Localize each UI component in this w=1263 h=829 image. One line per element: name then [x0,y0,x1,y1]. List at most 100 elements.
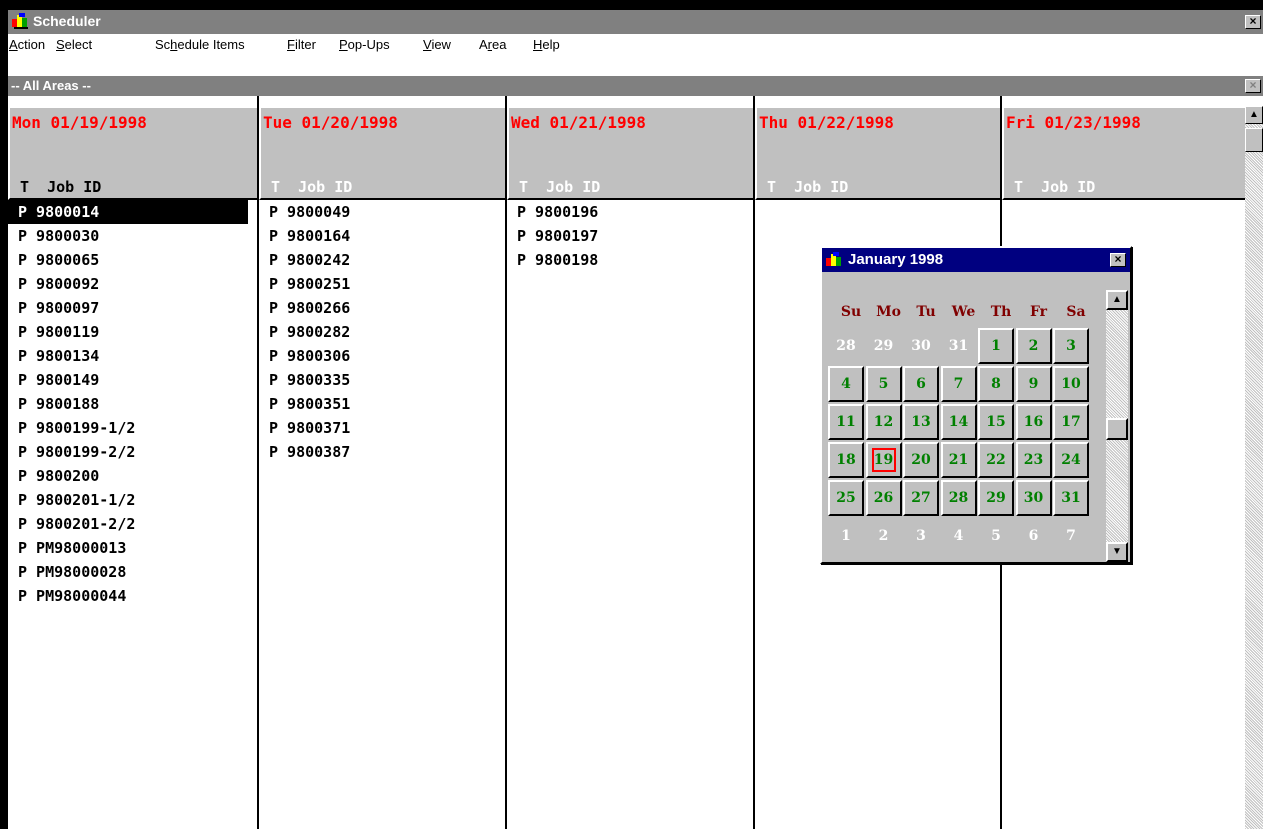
calendar-day[interactable]: 8 [978,366,1014,402]
calendar-day[interactable]: 18 [828,442,864,478]
calendar-day[interactable]: 22 [978,442,1014,478]
area-label: -- All Areas -- [11,78,91,93]
day-date: Fri 01/23/1998 [1006,113,1141,132]
calendar-popup: January 1998 × Su Mo Tu We Th Fr Sa 28 29 30 31 1 2… [820,246,1132,564]
job-row[interactable]: P 9800197 [507,224,753,248]
menu-bar: Action Select Schedule Items Filter Pop-Ups V… [8,34,1263,56]
calendar-day[interactable]: 1 [978,328,1014,364]
job-row[interactable]: P 9800164 [259,224,505,248]
job-row[interactable]: P 9800266 [259,296,505,320]
job-row[interactable]: P 9800119 [8,320,257,344]
day-column-header[interactable]: Wed 01/21/1998 T Job ID [507,106,753,200]
calendar-day[interactable]: 23 [1015,442,1052,478]
calendar-day[interactable]: 3 [1053,328,1089,364]
job-row[interactable]: P 9800251 [259,272,505,296]
window-close-button[interactable]: × [1245,15,1261,29]
job-row[interactable]: P 9800049 [259,200,505,224]
day-column[interactable]: Mon 01/19/1998 T Job ID P 9800014 P 9800030… [8,96,259,829]
job-row[interactable]: P 9800371 [259,416,505,440]
main-vertical-scrollbar[interactable]: ▲ [1245,106,1263,829]
scroll-down-arrow-icon[interactable]: ▼ [1106,542,1128,562]
calendar-day[interactable]: 13 [903,404,939,440]
calendar-day[interactable]: 20 [903,442,939,478]
job-row[interactable]: P 9800188 [8,392,257,416]
calendar-scrollbar[interactable]: ▲ ▼ [1106,290,1128,562]
job-row[interactable]: P 9800065 [8,248,257,272]
calendar-day[interactable]: 2 [1015,328,1052,364]
day-column[interactable]: Tue 01/20/1998 T Job ID P 9800049 P 9800164… [259,96,507,829]
job-row[interactable]: P 9800201-1/2 [8,488,257,512]
day-column-header[interactable]: Fri 01/23/1998 T Job ID [1002,106,1245,200]
job-row[interactable]: P 9800199-1/2 [8,416,257,440]
day-column[interactable]: Wed 01/21/1998 T Job ID P 9800196 P 9800197… [507,96,755,829]
job-row[interactable]: P 9800196 [507,200,753,224]
calendar-day[interactable]: 16 [1015,404,1052,440]
day-date: Thu 01/22/1998 [759,113,894,132]
calendar-day[interactable]: 5 [865,366,902,402]
calendar-day[interactable]: 15 [978,404,1014,440]
job-row[interactable]: P 9800200 [8,464,257,488]
calendar-day[interactable]: 14 [940,404,977,440]
area-close-button[interactable]: × [1245,79,1261,93]
menu-item[interactable]: Area [479,37,506,52]
job-row[interactable]: P 9800335 [259,368,505,392]
job-row[interactable]: P 9800014 [8,200,248,224]
calendar-day-outside-month: 6 [1028,528,1039,544]
job-row[interactable]: P 9800306 [259,344,505,368]
job-row[interactable]: P 9800351 [259,392,505,416]
job-row[interactable]: P 9800097 [8,296,257,320]
calendar-day[interactable]: 17 [1053,404,1089,440]
calendar-day-today[interactable]: 19 [865,442,902,478]
job-row[interactable]: P 9800198 [507,248,753,272]
menu-item[interactable]: Help [533,37,560,52]
menu-item[interactable]: View [423,37,451,52]
menu-item[interactable]: Action [9,37,45,52]
calendar-day[interactable]: 29 [978,480,1014,516]
title-bar: Scheduler × [8,10,1263,34]
job-row[interactable]: P PM98000013 [8,536,257,560]
calendar-day[interactable]: 28 [940,480,977,516]
calendar-day[interactable]: 6 [903,366,939,402]
scroll-thumb[interactable] [1245,128,1263,152]
calendar-day[interactable]: 11 [828,404,864,440]
menu-item[interactable]: Schedule Items [155,37,245,52]
calendar-scroll-thumb[interactable] [1106,418,1128,440]
calendar-day[interactable]: 4 [828,366,864,402]
job-row[interactable]: P PM98000044 [8,584,257,608]
menu-item[interactable]: Select [56,37,92,52]
calendar-day[interactable]: 21 [940,442,977,478]
job-row[interactable]: P 9800134 [8,344,257,368]
weekday-header: Su Mo Tu We Th Fr Sa [832,304,1112,324]
calendar-day[interactable]: 9 [1015,366,1052,402]
calendar-day[interactable]: 31 [1053,480,1089,516]
day-column-header[interactable]: Thu 01/22/1998 T Job ID [755,106,1000,200]
weekday-label: We [951,304,976,320]
job-row[interactable]: P 9800149 [8,368,257,392]
calendar-day[interactable]: 10 [1053,366,1089,402]
calendar-day[interactable]: 7 [940,366,977,402]
job-row[interactable]: P 9800387 [259,440,505,464]
job-row[interactable]: P PM98000028 [8,560,257,584]
job-row[interactable]: P 9800030 [8,224,257,248]
day-date: Tue 01/20/1998 [263,113,398,132]
day-column-header[interactable]: Tue 01/20/1998 T Job ID [259,106,505,200]
calendar-day[interactable]: 24 [1053,442,1089,478]
calendar-close-button[interactable]: × [1110,253,1126,267]
day-column-header[interactable]: Mon 01/19/1998 T Job ID [8,106,257,200]
job-row[interactable]: P 9800201-2/2 [8,512,257,536]
job-row[interactable]: P 9800242 [259,248,505,272]
menu-item[interactable]: Pop-Ups [339,37,390,52]
calendar-day[interactable]: 30 [1015,480,1052,516]
job-row[interactable]: P 9800199-2/2 [8,440,257,464]
job-row[interactable]: P 9800092 [8,272,257,296]
scroll-up-arrow-icon[interactable]: ▲ [1106,290,1128,310]
scroll-up-arrow-icon[interactable]: ▲ [1245,106,1263,124]
calendar-day[interactable]: 25 [828,480,864,516]
job-row[interactable]: P 9800282 [259,320,505,344]
calendar-day[interactable]: 27 [903,480,939,516]
calendar-day[interactable]: 12 [865,404,902,440]
calendar-day[interactable]: 26 [865,480,902,516]
weekday-label: Mo [876,304,901,320]
weekday-label: Th [990,304,1012,320]
menu-item[interactable]: Filter [287,37,316,52]
